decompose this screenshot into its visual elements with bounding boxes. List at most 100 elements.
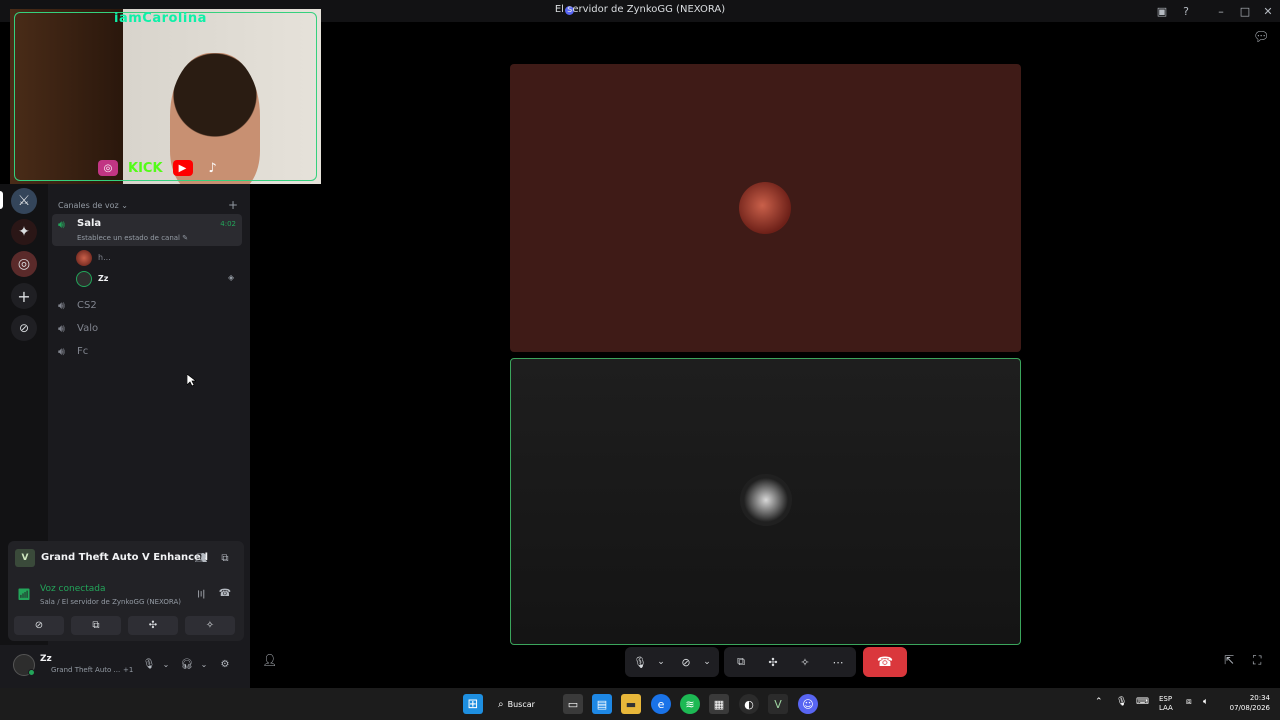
mouse-cursor-icon [187,374,196,387]
channel-timer: 4:02 [220,220,236,228]
speaker-icon: 🔊︎ [58,345,65,358]
soundboard-button[interactable]: ✧ [185,616,235,635]
soundboard-icon[interactable]: ✧ [797,654,813,670]
channel-sala[interactable]: 🔊︎ Sala 4:02 Establece un estado de cana… [52,214,242,246]
share-screen-icon[interactable]: ⧉ [733,654,749,670]
stream-game-icon[interactable]: ⧉ [217,550,233,566]
activities-icon[interactable]: ✣ [765,654,781,670]
search-icon: ⌕ [498,698,504,710]
webcam-overlay: iamCarolina ◎ KICK ▶ ♪ [10,9,321,184]
channel-cs2[interactable]: 🔊︎ CS2 [52,296,242,316]
activities-button[interactable]: ✣ [128,616,178,635]
connection-signal-icon[interactable]: 📶︎ [17,588,31,601]
gta-v-icon[interactable]: V [768,694,788,714]
add-channel-icon[interactable]: + [228,198,238,212]
spotify-icon[interactable]: ≋ [680,694,700,714]
social-strip: ◎ KICK ▶ ♪ [98,157,248,179]
chevron-down-icon[interactable]: ⌄ [197,656,211,672]
minimize-icon[interactable]: – [1213,3,1229,19]
file-explorer-icon[interactable]: ▬ [621,694,641,714]
pop-out-icon[interactable]: ⇱ [1224,653,1234,667]
hang-up-icon: ☎ [876,654,894,670]
add-friend-icon[interactable]: 👤︎ [262,653,277,667]
server-icon[interactable]: ⚔ [11,188,37,214]
fullscreen-icon[interactable]: ⛶ [1253,653,1261,668]
microphone-tray-icon[interactable]: 🎙︎ [1116,697,1127,707]
voice-user[interactable]: Zz ◈ [76,270,244,288]
voice-user[interactable]: h... [76,249,244,267]
chevron-down-icon[interactable]: ⌄ [699,654,715,670]
help-icon[interactable]: ? [1178,3,1194,19]
clock[interactable]: 20:34 07/08/2026 [1226,693,1270,713]
close-icon[interactable]: ✕ [1260,3,1276,19]
share-screen-icon: ⧉ [92,620,100,631]
participant-tile[interactable] [510,64,1021,352]
chevron-down-icon[interactable]: ⌄ [159,656,173,672]
add-server-icon[interactable]: + [11,283,37,309]
noise-suppression-icon[interactable]: 〣 [193,585,209,601]
channel-name: Fc [77,346,89,357]
speaker-icon: 🔊︎ [58,322,65,335]
participant-tile-speaking[interactable] [510,358,1021,645]
camera-off-button[interactable]: ⊘ [14,616,64,635]
language-indicator[interactable]: ESP LAA [1159,695,1173,713]
youtube-icon: ▶ [172,160,193,176]
volume-icon[interactable]: 🔈︎ [1203,697,1208,707]
task-view-icon[interactable]: ▭ [563,694,583,714]
activities-icon: ✣ [148,620,158,631]
channel-name: Sala [77,218,102,229]
disconnect-icon[interactable]: ☎ [217,585,233,601]
discover-icon[interactable]: ⊘ [11,315,37,341]
microphone-icon[interactable]: 🎙︎ [142,656,156,672]
discord-taskbar-icon[interactable]: ☺ [798,694,818,714]
voice-category-label[interactable]: Canales de voz ⌄ [58,201,128,210]
voice-status[interactable]: Voz conectada [40,584,105,594]
server-icon[interactable]: ◎ [11,251,37,277]
voice-location[interactable]: Sala / El servidor de ZynkoGG (NEXORA) [40,598,181,606]
instagram-icon: ◎ [98,160,118,176]
soundboard-icon: ✧ [205,620,215,631]
camera-off-icon[interactable]: ⊘ [678,654,694,670]
windows-start-icon[interactable]: ⊞ [463,694,483,714]
inbox-icon[interactable]: ▣ [1154,3,1170,19]
taskbar-search[interactable]: ⌕ Buscar [498,693,548,715]
share-screen-button[interactable]: ⧉ [71,616,121,635]
game-icon: V [15,549,35,567]
invite-icon[interactable]: 👥︎ [193,550,209,566]
more-options-icon[interactable]: ⋯ [830,654,846,670]
channel-valo[interactable]: 🔊︎ Valo [52,319,242,339]
windows-taskbar: ⊞ ⌕ Buscar ▭ ▤ ▬ e ≋ ▦ ◐ V ☺ ⌃ 🎙︎ ⌨ ESP LA… [0,688,1280,720]
user-activity-count: +1 [123,666,134,674]
channel-name: CS2 [77,300,97,311]
mic-camera-controls: 🎙︎ ⌄ ⊘ ⌄ [625,647,719,677]
edge-browser-icon[interactable]: e [651,694,671,714]
network-icon[interactable]: ⧈ [1186,697,1192,707]
avatar [76,271,92,287]
chevron-down-icon[interactable]: ⌄ [653,654,669,670]
discord-window: El servidor de ZynkoGG (NEXORA) ▣ ? – □ … [0,0,1280,720]
microsoft-store-icon[interactable]: ▦ [709,694,729,714]
settings-gear-icon[interactable]: ⚙ [218,656,232,672]
server-icon[interactable]: ✦ [11,219,37,245]
kick-label: KICK [128,160,163,176]
chevron-up-icon[interactable]: ⌃ [1095,697,1103,707]
chat-icon[interactable]: 💬︎ [1253,30,1270,45]
activity-panel: V Grand Theft Auto V Enhanced 👥︎ ⧉ 📶︎ Vo… [8,541,244,641]
channel-fc[interactable]: 🔊︎ Fc [52,342,242,362]
channel-status[interactable]: Establece un estado de canal ✎ [77,234,188,242]
webcam-frame [14,12,317,181]
microphone-icon[interactable]: 🎙︎ [632,654,648,670]
keyboard-icon[interactable]: ⌨ [1136,697,1149,707]
streamer-name: iamCarolina [114,11,207,26]
headphones-icon[interactable]: 🎧︎ [180,656,194,672]
disconnect-button[interactable]: ☎ [863,647,907,677]
voice-user-name: h... [98,253,111,262]
speaker-icon: 🔊︎ [58,218,65,231]
steam-icon[interactable]: ◐ [739,694,759,714]
speaker-icon: 🔊︎ [58,299,65,312]
user-panel: Zz Grand Theft Auto ... +1 🎙︎ ⌄ 🎧︎ ⌄ ⚙ [0,645,250,688]
user-name[interactable]: Zz [40,654,52,664]
widgets-icon[interactable]: ▤ [592,694,612,714]
maximize-icon[interactable]: □ [1237,3,1253,19]
share-controls: ⧉ ✣ ✧ ⋯ [724,647,856,677]
